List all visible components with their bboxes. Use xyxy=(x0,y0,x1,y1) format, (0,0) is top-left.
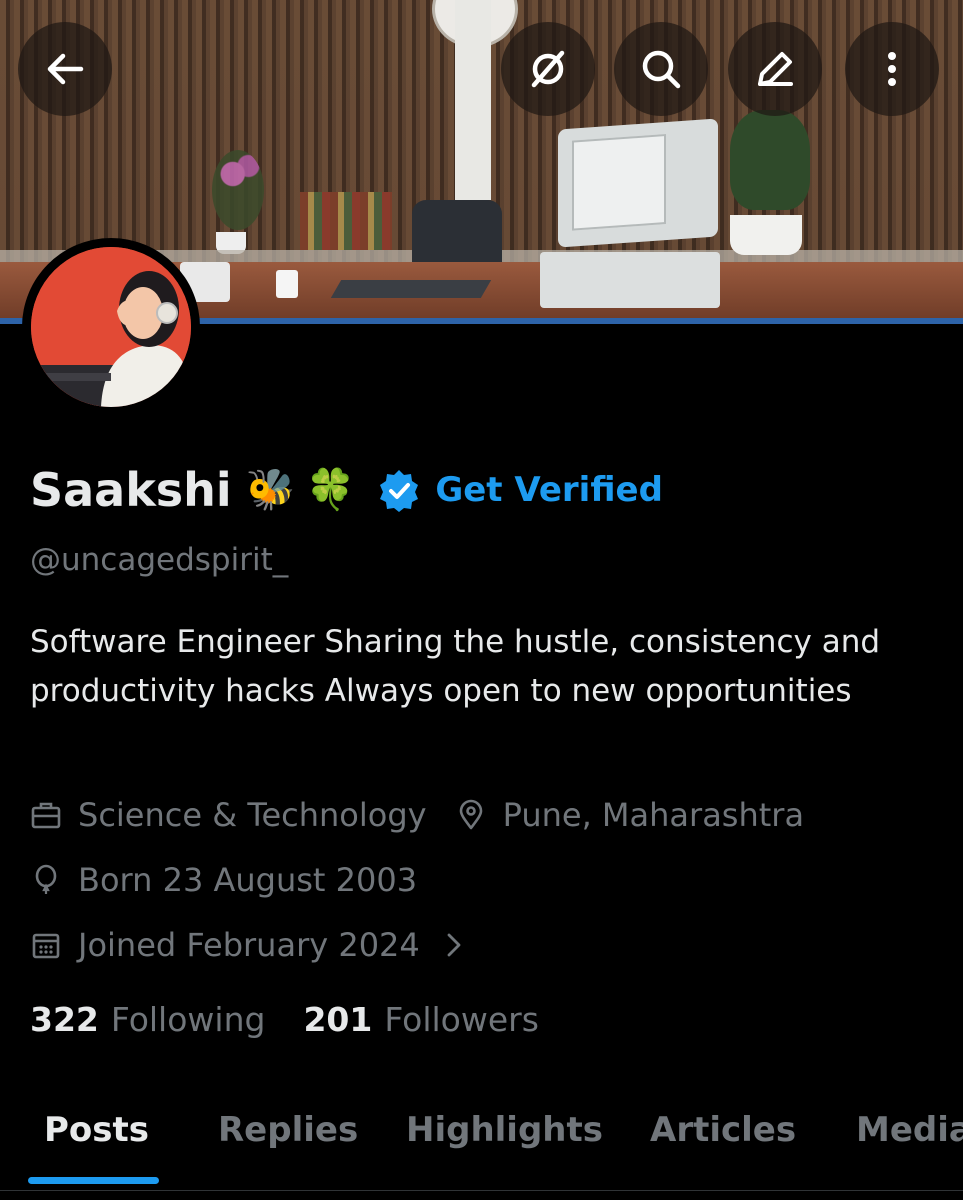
more-vertical-icon xyxy=(888,52,896,86)
birthday-item: Born 23 August 2003 xyxy=(30,861,417,899)
tab-media[interactable]: Media xyxy=(856,1110,963,1150)
tab-highlights[interactable]: Highlights xyxy=(406,1110,603,1150)
profile-tabs: Posts Replies Highlights Articles Media xyxy=(0,1100,963,1200)
banner-books xyxy=(300,192,392,250)
verified-badge-icon[interactable] xyxy=(377,468,421,512)
joined-text: Joined February 2024 xyxy=(78,926,420,964)
banner-mug xyxy=(276,270,298,298)
chevron-right-icon xyxy=(447,933,461,957)
briefcase-icon xyxy=(31,802,61,829)
profile-meta-row-2: Born 23 August 2003 xyxy=(30,861,417,899)
clover-emoji: 🍀 xyxy=(305,467,356,513)
follow-stats: 322 Following 201 Followers xyxy=(30,1000,539,1039)
category-item: Science & Technology xyxy=(30,796,427,834)
location-item: Pune, Maharashtra xyxy=(455,796,804,834)
joined-item[interactable]: Joined February 2024 xyxy=(30,926,470,964)
balloon-icon xyxy=(35,864,57,894)
edit-button[interactable] xyxy=(728,22,822,116)
grok-icon xyxy=(531,50,565,88)
following-label: Following xyxy=(110,1000,266,1039)
arrow-left-icon xyxy=(47,53,84,85)
profile-handle: @uncagedspirit_ xyxy=(30,542,289,578)
tabs-divider xyxy=(0,1190,963,1191)
profile-meta-row-1: Science & Technology Pune, Maharashtra xyxy=(30,796,804,834)
avatar[interactable] xyxy=(22,238,200,416)
banner-plant-pot xyxy=(730,215,802,255)
profile-bio: Software Engineer Sharing the hustle, co… xyxy=(30,624,881,709)
search-button[interactable] xyxy=(614,22,708,116)
more-options-button[interactable] xyxy=(845,22,939,116)
followers-count: 201 xyxy=(303,1000,373,1039)
banner-monitor xyxy=(558,118,718,248)
avatar-image xyxy=(31,247,191,407)
tab-replies[interactable]: Replies xyxy=(218,1110,358,1150)
banner-computer xyxy=(540,252,720,308)
category-text: Science & Technology xyxy=(78,796,427,834)
back-button[interactable] xyxy=(18,22,112,116)
calendar-icon xyxy=(32,933,60,959)
banner-pillar xyxy=(455,0,491,200)
get-verified-link[interactable]: Get Verified xyxy=(435,470,663,510)
profile-name-row: Saakshi 🐝 🍀 Get Verified xyxy=(30,455,663,525)
edit-icon xyxy=(758,52,793,86)
banner-orchid xyxy=(212,150,264,230)
followers-label: Followers xyxy=(384,1000,539,1039)
bee-emoji: 🐝 xyxy=(245,467,296,513)
tab-articles[interactable]: Articles xyxy=(650,1110,796,1150)
following-link[interactable]: 322 Following xyxy=(30,1000,265,1039)
banner-keyboard xyxy=(330,280,492,298)
followers-link[interactable]: 201 Followers xyxy=(303,1000,538,1039)
active-tab-indicator xyxy=(28,1177,159,1184)
search-icon xyxy=(642,50,681,89)
birthday-text: Born 23 August 2003 xyxy=(78,861,418,899)
tab-posts[interactable]: Posts xyxy=(44,1110,149,1150)
banner-plant xyxy=(730,110,810,210)
display-name: Saakshi xyxy=(30,463,232,517)
location-text: Pune, Maharashtra xyxy=(502,796,805,834)
grok-button[interactable] xyxy=(501,22,595,116)
profile-meta-row-3[interactable]: Joined February 2024 xyxy=(30,926,470,964)
following-count: 322 xyxy=(30,1000,99,1039)
location-pin-icon xyxy=(459,799,482,830)
